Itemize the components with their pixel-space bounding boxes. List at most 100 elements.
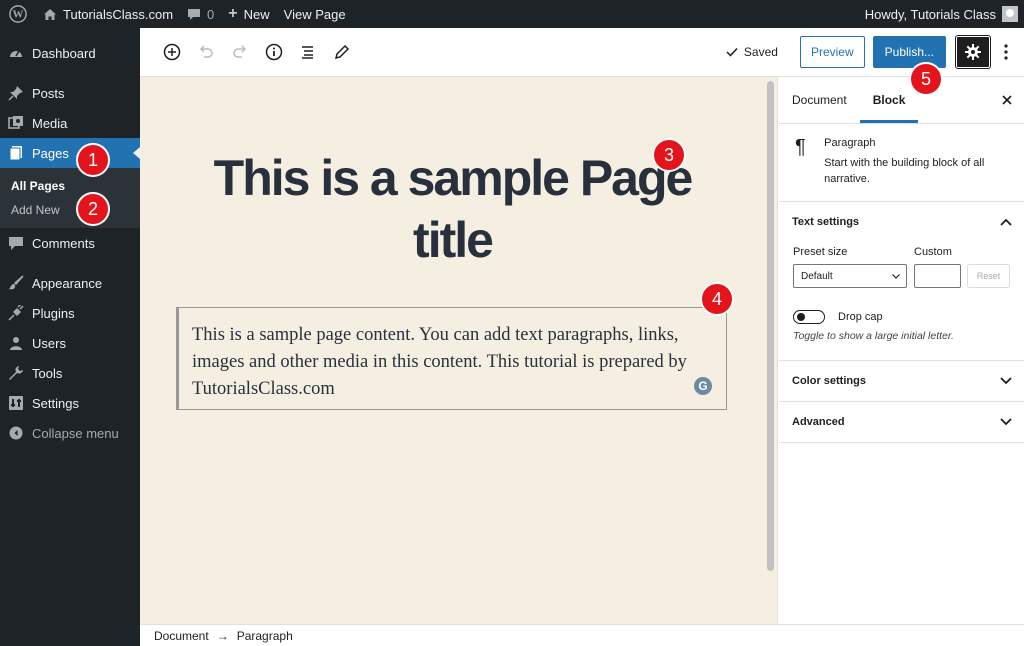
avatar [1002,6,1018,22]
users-icon [8,335,24,351]
collapse-menu-label: Collapse menu [32,425,119,441]
chevron-down-icon [1000,377,1012,385]
admin-bar: W TutorialsClass.com 0 + New View Page H… [0,0,1024,28]
sidebar-item-label: Media [32,115,68,131]
sidebar-item-label: Plugins [32,305,75,321]
text-settings-section: Text settings Preset size Custom Default… [779,202,1024,361]
sidebar-item-label: Pages [32,145,69,161]
breadcrumb-document[interactable]: Document [154,629,209,643]
check-icon [726,47,738,57]
saved-status: Saved [726,45,778,59]
sidebar-item-media[interactable]: Media [0,108,140,138]
sidebar-item-comments[interactable]: Comments [0,228,140,258]
sidebar-item-label: Tools [32,365,63,381]
paragraph-icon: ¶ [795,136,806,158]
sidebar-item-settings[interactable]: Settings [0,388,140,418]
dashboard-icon [8,45,24,61]
comment-bubble-icon [187,8,201,21]
sidebar-item-tools[interactable]: Tools [0,358,140,388]
comments-count: 0 [207,6,215,22]
breadcrumb: Document → Paragraph [140,624,1024,646]
paragraph-text: This is a sample page content. You can a… [192,325,687,399]
media-icon [8,115,24,131]
new-content-link[interactable]: + New [221,0,276,28]
new-label: New [243,6,270,22]
text-settings-title: Text settings [792,216,860,228]
edit-pencil-icon[interactable] [326,36,358,68]
collapse-menu-button[interactable]: Collapse menu [0,418,140,448]
sidebar-item-dashboard[interactable]: Dashboard [0,38,140,68]
plus-icon: + [228,5,238,22]
plug-icon [8,305,24,321]
submenu-item-all-pages[interactable]: All Pages [0,174,140,198]
custom-size-input[interactable] [914,264,961,288]
color-settings-title: Color settings [792,375,866,387]
sidebar-item-label: Settings [32,395,79,411]
publish-button[interactable]: Publish... [872,36,946,68]
reset-button[interactable]: Reset [967,264,1010,288]
editor-toolbar: Saved Preview Publish... [140,28,1024,77]
wordpress-logo-icon[interactable]: W [0,0,36,28]
scrollbar-thumb[interactable] [767,81,774,571]
block-card: ¶ Paragraph Start with the building bloc… [779,124,1024,202]
annotation-marker-1: 1 [76,143,110,177]
greeting-label: Howdy, Tutorials Class [864,6,996,22]
sidebar-item-posts[interactable]: Posts [0,78,140,108]
sidebar-item-appearance[interactable]: Appearance [0,268,140,298]
advanced-section[interactable]: Advanced [779,402,1024,443]
chevron-up-icon [1000,218,1012,226]
paragraph-block[interactable]: This is a sample page content. You can a… [176,307,727,410]
view-page-link[interactable]: View Page [277,0,353,28]
sidebar-item-label: Posts [32,85,65,101]
breadcrumb-arrow-icon: → [216,628,229,643]
brush-icon [8,275,24,291]
text-settings-header[interactable]: Text settings [779,202,1024,242]
grammarly-icon[interactable]: G [694,377,712,395]
drop-cap-help: Toggle to show a large initial letter. [793,330,954,342]
breadcrumb-paragraph[interactable]: Paragraph [237,629,293,643]
redo-icon[interactable] [224,36,256,68]
account-menu[interactable]: Howdy, Tutorials Class [858,0,1024,28]
sidebar-item-users[interactable]: Users [0,328,140,358]
saved-label: Saved [743,45,778,59]
pin-icon [8,85,24,101]
wrench-icon [8,365,24,381]
site-name-label: TutorialsClass.com [63,6,174,22]
pages-icon [8,145,24,161]
close-icon[interactable] [1002,92,1012,110]
preview-button[interactable]: Preview [799,36,865,68]
site-name-link[interactable]: TutorialsClass.com [36,0,180,28]
sidebar-item-label: Appearance [32,275,103,291]
preset-size-label: Preset size [793,246,848,258]
sidebar-item-label: Users [32,335,66,351]
add-block-icon[interactable] [156,36,188,68]
color-settings-section[interactable]: Color settings [779,361,1024,402]
annotation-marker-5: 5 [909,62,943,96]
block-description: Start with the building block of all nar… [824,157,985,185]
annotation-marker-3: 3 [652,138,686,172]
pages-submenu: All Pages Add New [0,168,140,228]
sidebar-item-pages[interactable]: Pages [0,138,140,168]
list-view-icon[interactable] [292,36,324,68]
info-icon[interactable] [258,36,290,68]
submenu-item-add-new[interactable]: Add New [0,198,140,222]
tab-document[interactable]: Document [779,77,860,123]
more-options-icon[interactable] [996,36,1016,68]
drop-cap-label: Drop cap [838,311,883,323]
sidebar-item-label: Comments [32,235,95,251]
annotation-marker-4: 4 [700,282,734,316]
page-title[interactable]: This is a sample Page title [170,147,735,271]
drop-cap-toggle[interactable] [793,310,825,324]
canvas-scrollbar[interactable] [764,77,778,624]
chevron-down-icon [1000,418,1012,426]
preset-size-select[interactable]: Default [793,264,907,288]
settings-icon [8,395,24,411]
sidebar-item-plugins[interactable]: Plugins [0,298,140,328]
settings-gear-button[interactable] [956,36,990,68]
admin-sidebar: Dashboard Posts Media Pages All Pages Ad… [0,28,140,646]
settings-sidebar: Document Block ¶ Paragraph Start with th… [779,77,1024,624]
custom-size-label: Custom [914,246,952,258]
comments-link[interactable]: 0 [180,0,221,28]
home-icon [43,8,57,21]
undo-icon[interactable] [190,36,222,68]
